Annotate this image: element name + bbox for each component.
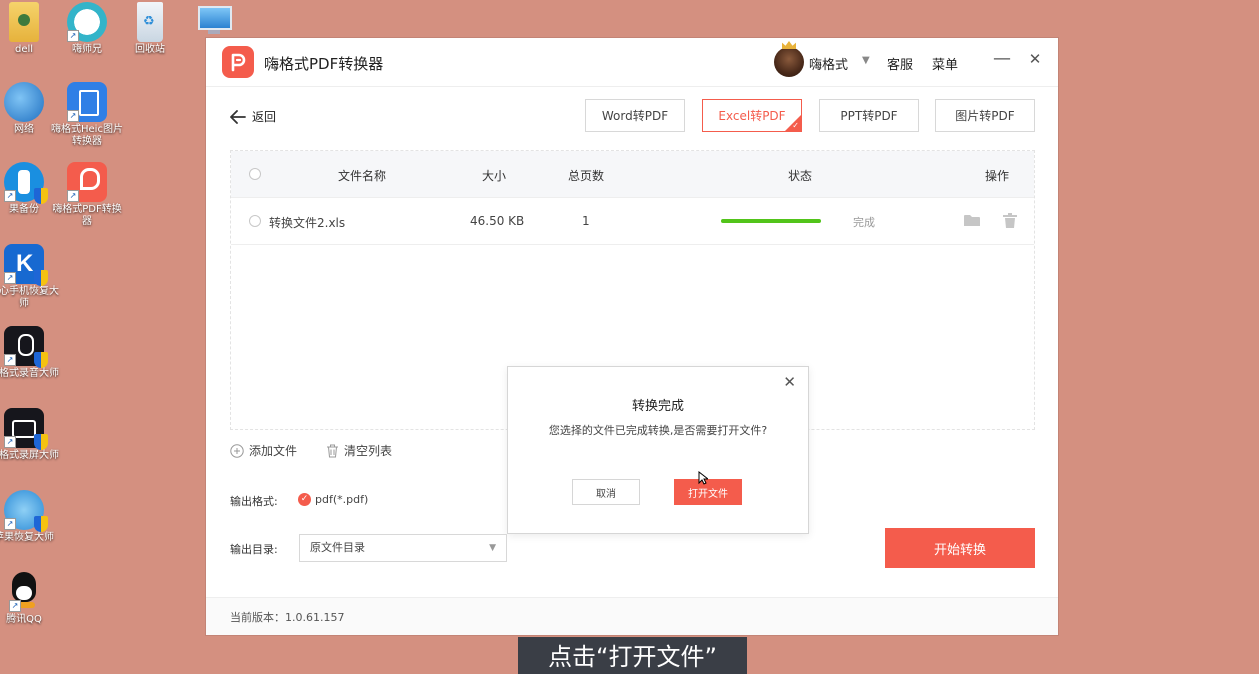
page-count: 1 [582,214,590,228]
col-status: 状态 [788,169,813,183]
file-list: 文件名称 大小 总页数 状态 操作 转换文件2.xls 46.50 KB 1 完… [230,150,1035,534]
app-logo-icon [222,46,254,78]
desktop-icon-label: 嗨格式Heic图片转换器 [51,124,123,147]
pdf-converter-window: 嗨格式PDF转换器 嗨格式 ▼ 客服 菜单 — ✕ 返回 Word转PDF Ex… [206,38,1058,635]
pdf-converter-icon: ↗ [67,162,107,202]
apple-recovery-icon: ↗ [4,490,48,532]
assistant-robot-icon: ↗ [67,2,107,42]
select-all-radio[interactable] [249,168,261,180]
open-file-button[interactable]: 打开文件 [674,479,742,505]
close-icon[interactable]: ✕ [1025,50,1045,68]
desktop-icon-label: 嗨格式录屏大师 [0,450,59,461]
tab-label: PPT转PDF [840,109,898,123]
close-icon[interactable]: ✕ [783,373,796,391]
version-text: 当前版本：1.0.61.157 [230,611,345,624]
avatar[interactable] [774,47,804,77]
open-file-label: 打开文件 [688,488,728,500]
folder-user-icon [9,2,39,42]
backup-icon: ↗ [4,162,48,204]
col-pages: 总页数 [568,169,605,183]
trash-outline-icon [327,444,338,457]
tab-excel-to-pdf[interactable]: Excel转PDF ✓ [702,99,802,132]
tab-image-to-pdf[interactable]: 图片转PDF [935,99,1035,132]
this-pc-icon [196,2,232,42]
desktop-icon-pdf-converter[interactable]: ↗ 嗨格式PDF转换器 [49,162,125,228]
cancel-button[interactable]: 取消 [572,479,640,505]
menu-link[interactable]: 菜单 [932,54,958,73]
desktop-icon-qq[interactable]: ↗ 腾讯QQ [0,572,62,626]
status-footer: 当前版本：1.0.61.157 [206,597,1058,635]
cancel-label: 取消 [596,488,616,500]
progress-bar [721,219,821,223]
audio-recorder-icon: ↗ [4,326,48,368]
dialog-title: 转换完成 [631,399,684,414]
back-label: 返回 [252,110,277,124]
chevron-down-icon[interactable]: ▼ [862,55,870,66]
file-size: 46.50 KB [470,214,525,228]
output-dir-label: 输出目录: [230,543,278,556]
start-convert-button[interactable]: 开始转换 [885,528,1035,568]
phone-recovery-icon: K ↗ [4,244,48,286]
heic-converter-icon: ↗ [67,82,107,122]
clear-list-button[interactable]: 清空列表 [326,442,392,459]
tab-label: Word转PDF [601,109,669,123]
output-dir-select[interactable]: 原文件目录 ▼ [299,534,507,562]
subtitle-caption: 点击“打开文件” [518,637,747,674]
desktop-icon-phone-recovery[interactable]: K ↗ 的心手机恢复大师 [0,244,62,310]
minimize-icon[interactable]: — [992,48,1012,69]
folder-icon[interactable] [964,214,980,230]
check-circle-icon: ✓ [298,493,311,506]
output-format-option[interactable]: ✓ pdf(*.pdf) [298,493,368,506]
check-icon: ✓ [792,121,799,130]
app-title: 嗨格式PDF转换器 [264,55,384,73]
table-row[interactable]: 转换文件2.xls 46.50 KB 1 完成 [231,198,1034,245]
col-file-name: 文件名称 [338,169,387,183]
conversion-complete-dialog: ✕ 转换完成 您选择的文件已完成转换,是否需要打开文件? 取消 打开文件 [507,366,809,534]
output-format-label: 输出格式: [230,495,278,508]
desktop-icon-label: 嗨格式PDF转换器 [52,204,122,227]
add-file-label: 添加文件 [249,444,298,458]
qq-icon: ↗ [9,572,39,612]
desktop-icon-label: 的心手机恢复大师 [0,286,59,309]
chevron-down-icon: ▼ [489,543,496,553]
file-name: 转换文件2.xls [269,216,346,230]
mouse-cursor-icon [698,471,708,485]
add-file-button[interactable]: 添加文件 [230,442,297,459]
desktop-icon-apple-recovery[interactable]: ↗ 苹果恢复大师 [0,490,62,544]
clear-list-label: 清空列表 [344,444,393,458]
tab-ppt-to-pdf[interactable]: PPT转PDF [819,99,919,132]
tab-label: 图片转PDF [955,109,1015,123]
tab-word-to-pdf[interactable]: Word转PDF [585,99,685,132]
customer-service-link[interactable]: 客服 [887,54,913,73]
desktop-icon-label: 腾讯QQ [6,614,42,625]
output-dir-value: 原文件目录 [310,541,365,554]
status-text: 完成 [853,216,875,229]
back-button[interactable]: 返回 [230,108,276,125]
output-format-value: pdf(*.pdf) [315,493,369,506]
plus-circle-icon [230,443,244,458]
start-convert-label: 开始转换 [933,542,986,558]
row-select-radio[interactable] [249,215,261,227]
table-header: 文件名称 大小 总页数 状态 操作 [231,151,1034,198]
desktop-icon-screen-recorder[interactable]: ↗ 嗨格式录屏大师 [0,408,62,462]
network-icon [4,82,44,122]
trash-icon[interactable] [1003,213,1017,231]
title-bar: 嗨格式PDF转换器 嗨格式 ▼ 客服 菜单 — ✕ [206,38,1058,87]
progress-fill [721,219,821,223]
desktop-icon-label: 嗨格式录音大师 [0,368,59,379]
desktop-icon-label: 苹果恢复大师 [0,532,54,543]
col-actions: 操作 [985,169,1010,183]
col-size: 大小 [482,169,507,183]
username[interactable]: 嗨格式 [809,54,848,73]
desktop-icon-heic-converter[interactable]: ↗ 嗨格式Heic图片转换器 [49,82,125,148]
dialog-message: 您选择的文件已完成转换,是否需要打开文件? [548,424,768,437]
desktop-icon-audio-recorder[interactable]: ↗ 嗨格式录音大师 [0,326,62,380]
arrow-left-icon [230,109,246,124]
screen-recorder-icon: ↗ [4,408,48,450]
recycle-bin-icon: ♻ [137,2,163,42]
tab-label: Excel转PDF [718,109,786,123]
